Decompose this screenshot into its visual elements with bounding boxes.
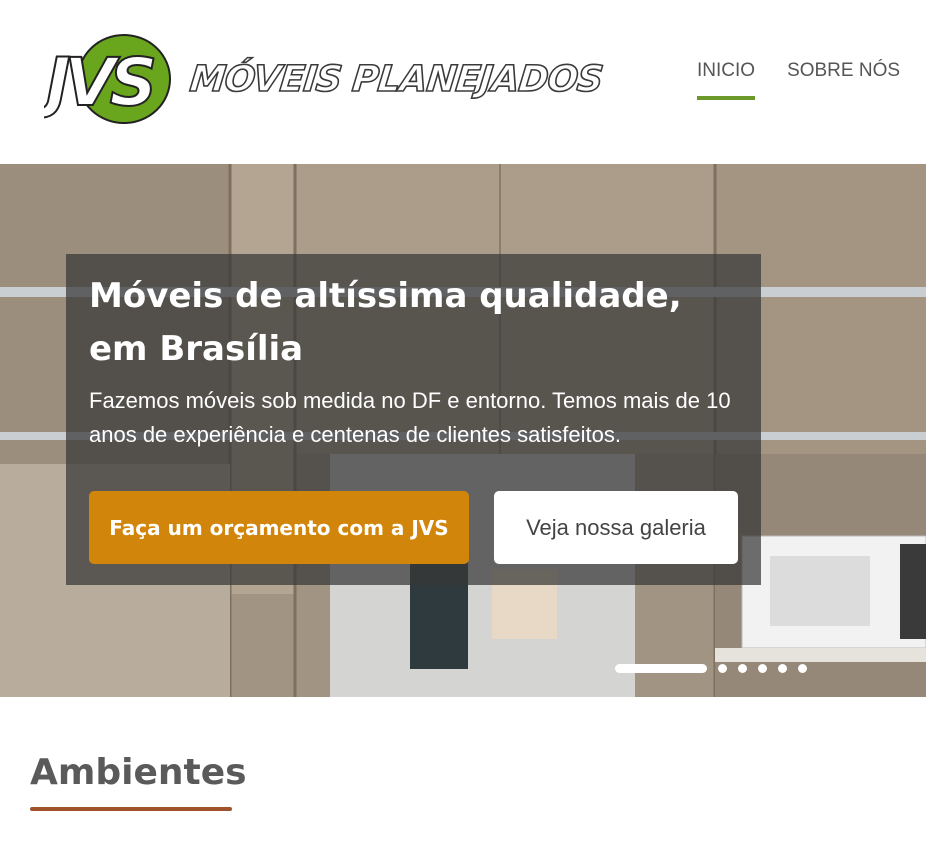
carousel-dot-3[interactable] — [738, 664, 747, 673]
brand-logo[interactable]: JVS MÓVEIS PLANEJADOS — [34, 32, 605, 127]
carousel-dot-1[interactable] — [615, 664, 707, 673]
hero-carousel: Móveis de altíssima qualidade, em Brasíl… — [0, 164, 926, 697]
nav-item-inicio[interactable]: INICIO — [697, 60, 756, 100]
main-nav: INICIO SOBRE NÓS — [697, 60, 900, 100]
brand-wordmark: MÓVEIS PLANEJADOS — [187, 58, 605, 101]
jvs-logo-mark: JVS — [34, 34, 171, 124]
carousel-dot-6[interactable] — [798, 664, 807, 673]
request-quote-button[interactable]: Faça um orçamento com a JVS — [89, 491, 469, 564]
hero-description: Fazemos móveis sob medida no DF e entorn… — [89, 388, 731, 447]
carousel-dot-5[interactable] — [778, 664, 787, 673]
carousel-indicators — [615, 664, 807, 673]
svg-text:JVS: JVS — [44, 44, 154, 121]
section-title-underline — [30, 807, 232, 811]
hero-title: Móveis de altíssima qualidade, em Brasíl… — [89, 276, 682, 369]
view-gallery-button[interactable]: Veja nossa galeria — [494, 491, 738, 564]
section-title-ambientes: Ambientes — [30, 752, 247, 793]
carousel-dot-2[interactable] — [718, 664, 727, 673]
carousel-dot-4[interactable] — [758, 664, 767, 673]
site-header: JVS MÓVEIS PLANEJADOS INICIO SOBRE NÓS — [0, 0, 926, 164]
nav-item-sobre-nos[interactable]: SOBRE NÓS — [787, 60, 900, 100]
